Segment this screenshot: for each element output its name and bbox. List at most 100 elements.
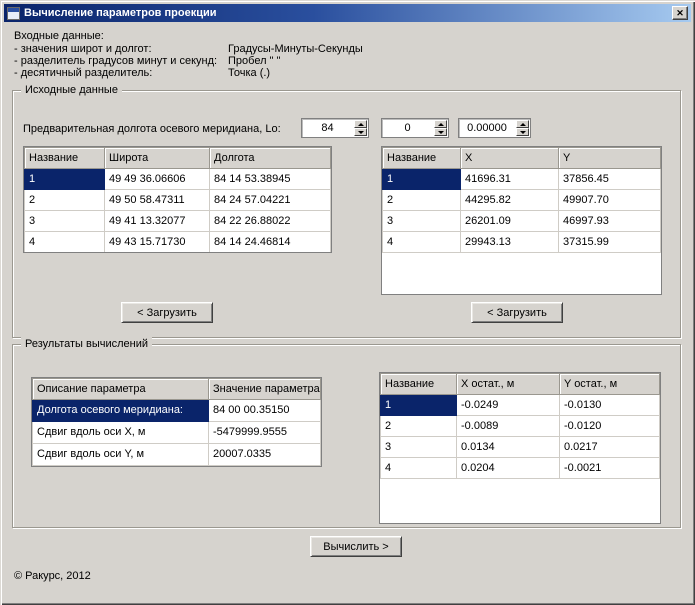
cell[interactable]: 2 [381,416,457,437]
table-row[interactable]: Сдвиг вдоль оси X, м -5479999.9555 [33,422,321,444]
cell[interactable]: 2 [25,190,105,211]
info-label: - разделитель градусов минут и секунд: [14,55,217,67]
table-row[interactable]: 4 0.0204 -0.0021 [381,458,660,479]
cell[interactable]: 4 [381,458,457,479]
cell[interactable]: 84 24 57.04221 [210,190,331,211]
cell[interactable]: 20007.0335 [209,444,321,466]
table-row[interactable]: Сдвиг вдоль оси Y, м 20007.0335 [33,444,321,466]
triangle-up-icon [438,123,444,126]
cell[interactable]: 4 [383,232,461,253]
table-row[interactable]: 2 44295.82 49907.70 [383,190,661,211]
column-header[interactable]: Y остат., м [560,374,660,395]
cell[interactable]: 49907.70 [559,190,661,211]
cell[interactable]: 49 50 58.47311 [105,190,210,211]
column-header[interactable]: Название [25,148,105,169]
cell[interactable]: 84 00 00.35150 [209,400,321,422]
cell[interactable]: -0.0130 [560,395,660,416]
compute-button[interactable]: Вычислить > [310,536,402,557]
cell[interactable]: 3 [25,211,105,232]
lo-seconds-spinner[interactable]: 0.00000 [458,118,531,138]
cell[interactable]: 49 43 15.71730 [105,232,210,253]
cell[interactable]: 2 [383,190,461,211]
cell[interactable]: 29943.13 [461,232,559,253]
lo-minutes-value[interactable]: 0 [382,119,433,137]
column-header[interactable]: Долгота [210,148,331,169]
load-xy-button[interactable]: < Загрузить [471,302,563,323]
cell[interactable]: 41696.31 [461,169,559,190]
source-data-group: Исходные данные Предварительная долгота … [12,90,681,338]
load-geo-button[interactable]: < Загрузить [121,302,213,323]
app-icon [7,7,20,20]
spinner-down-button[interactable] [434,128,447,136]
window-title: Вычисление параметров проекции [24,7,217,19]
cell[interactable]: 26201.09 [461,211,559,232]
xy-coordinates-table[interactable]: Название X Y 1 41696.31 37856.45 2 44295… [381,146,662,295]
cell[interactable]: 37856.45 [559,169,661,190]
spinner-down-button[interactable] [516,128,529,136]
table-row[interactable]: 3 49 41 13.32077 84 22 26.88022 [25,211,331,232]
cell[interactable]: 44295.82 [461,190,559,211]
cell[interactable]: 3 [383,211,461,232]
cell[interactable]: -0.0120 [560,416,660,437]
column-header[interactable]: Название [383,148,461,169]
spinner-up-button[interactable] [434,120,447,128]
info-line: - десятичный разделитель: Точка (.) [14,67,634,79]
table-row[interactable]: Долгота осевого меридиана: 84 00 00.3515… [33,400,321,422]
dialog-window: Вычисление параметров проекции ✕ Входные… [0,0,695,605]
triangle-down-icon [358,131,364,134]
column-header[interactable]: Y [559,148,661,169]
column-header[interactable]: Значение параметра [209,379,321,400]
spinner-down-button[interactable] [354,128,367,136]
table-row[interactable]: 2 -0.0089 -0.0120 [381,416,660,437]
column-header[interactable]: X остат., м [457,374,560,395]
cell[interactable]: 37315.99 [559,232,661,253]
cell[interactable]: 49 49 36.06606 [105,169,210,190]
table-row[interactable]: 3 26201.09 46997.93 [383,211,661,232]
cell-selected[interactable]: 1 [25,169,105,190]
spinner-buttons [353,119,368,137]
spinner-up-button[interactable] [516,120,529,128]
cell[interactable]: 84 14 53.38945 [210,169,331,190]
cell[interactable]: 49 41 13.32077 [105,211,210,232]
lo-degrees-spinner[interactable]: 84 [301,118,369,138]
cell[interactable]: 0.0134 [457,437,560,458]
cell[interactable]: -5479999.9555 [209,422,321,444]
geo-coordinates-table[interactable]: Название Широта Долгота 1 49 49 36.06606… [23,146,332,253]
cell[interactable]: 46997.93 [559,211,661,232]
lo-degrees-value[interactable]: 84 [302,119,353,137]
column-header[interactable]: Название [381,374,457,395]
title-bar[interactable]: Вычисление параметров проекции ✕ [4,4,691,22]
cell[interactable]: -0.0089 [457,416,560,437]
cell[interactable]: 4 [25,232,105,253]
cell[interactable]: -0.0249 [457,395,560,416]
cell[interactable]: 84 22 26.88022 [210,211,331,232]
cell-selected[interactable]: Долгота осевого меридиана: [33,400,209,422]
table-row[interactable]: 4 29943.13 37315.99 [383,232,661,253]
cell[interactable]: -0.0021 [560,458,660,479]
info-label: - десятичный разделитель: [14,67,152,79]
residuals-table[interactable]: Название X остат., м Y остат., м 1 -0.02… [379,372,661,524]
lo-minutes-spinner[interactable]: 0 [381,118,449,138]
table-header-row: Название X остат., м Y остат., м [381,374,660,395]
cell[interactable]: Сдвиг вдоль оси Y, м [33,444,209,466]
column-header[interactable]: X [461,148,559,169]
close-button[interactable]: ✕ [672,6,688,20]
cell[interactable]: 84 14 24.46814 [210,232,331,253]
table-row[interactable]: 3 0.0134 0.0217 [381,437,660,458]
table-row[interactable]: 1 49 49 36.06606 84 14 53.38945 [25,169,331,190]
cell[interactable]: Сдвиг вдоль оси X, м [33,422,209,444]
column-header[interactable]: Широта [105,148,210,169]
column-header[interactable]: Описание параметра [33,379,209,400]
lo-seconds-value[interactable]: 0.00000 [459,119,515,137]
cell-selected[interactable]: 1 [383,169,461,190]
cell[interactable]: 0.0204 [457,458,560,479]
cell-selected[interactable]: 1 [381,395,457,416]
table-row[interactable]: 1 41696.31 37856.45 [383,169,661,190]
parameters-table[interactable]: Описание параметра Значение параметра До… [31,377,322,467]
cell[interactable]: 3 [381,437,457,458]
table-row[interactable]: 2 49 50 58.47311 84 24 57.04221 [25,190,331,211]
table-row[interactable]: 1 -0.0249 -0.0130 [381,395,660,416]
cell[interactable]: 0.0217 [560,437,660,458]
spinner-up-button[interactable] [354,120,367,128]
table-row[interactable]: 4 49 43 15.71730 84 14 24.46814 [25,232,331,253]
